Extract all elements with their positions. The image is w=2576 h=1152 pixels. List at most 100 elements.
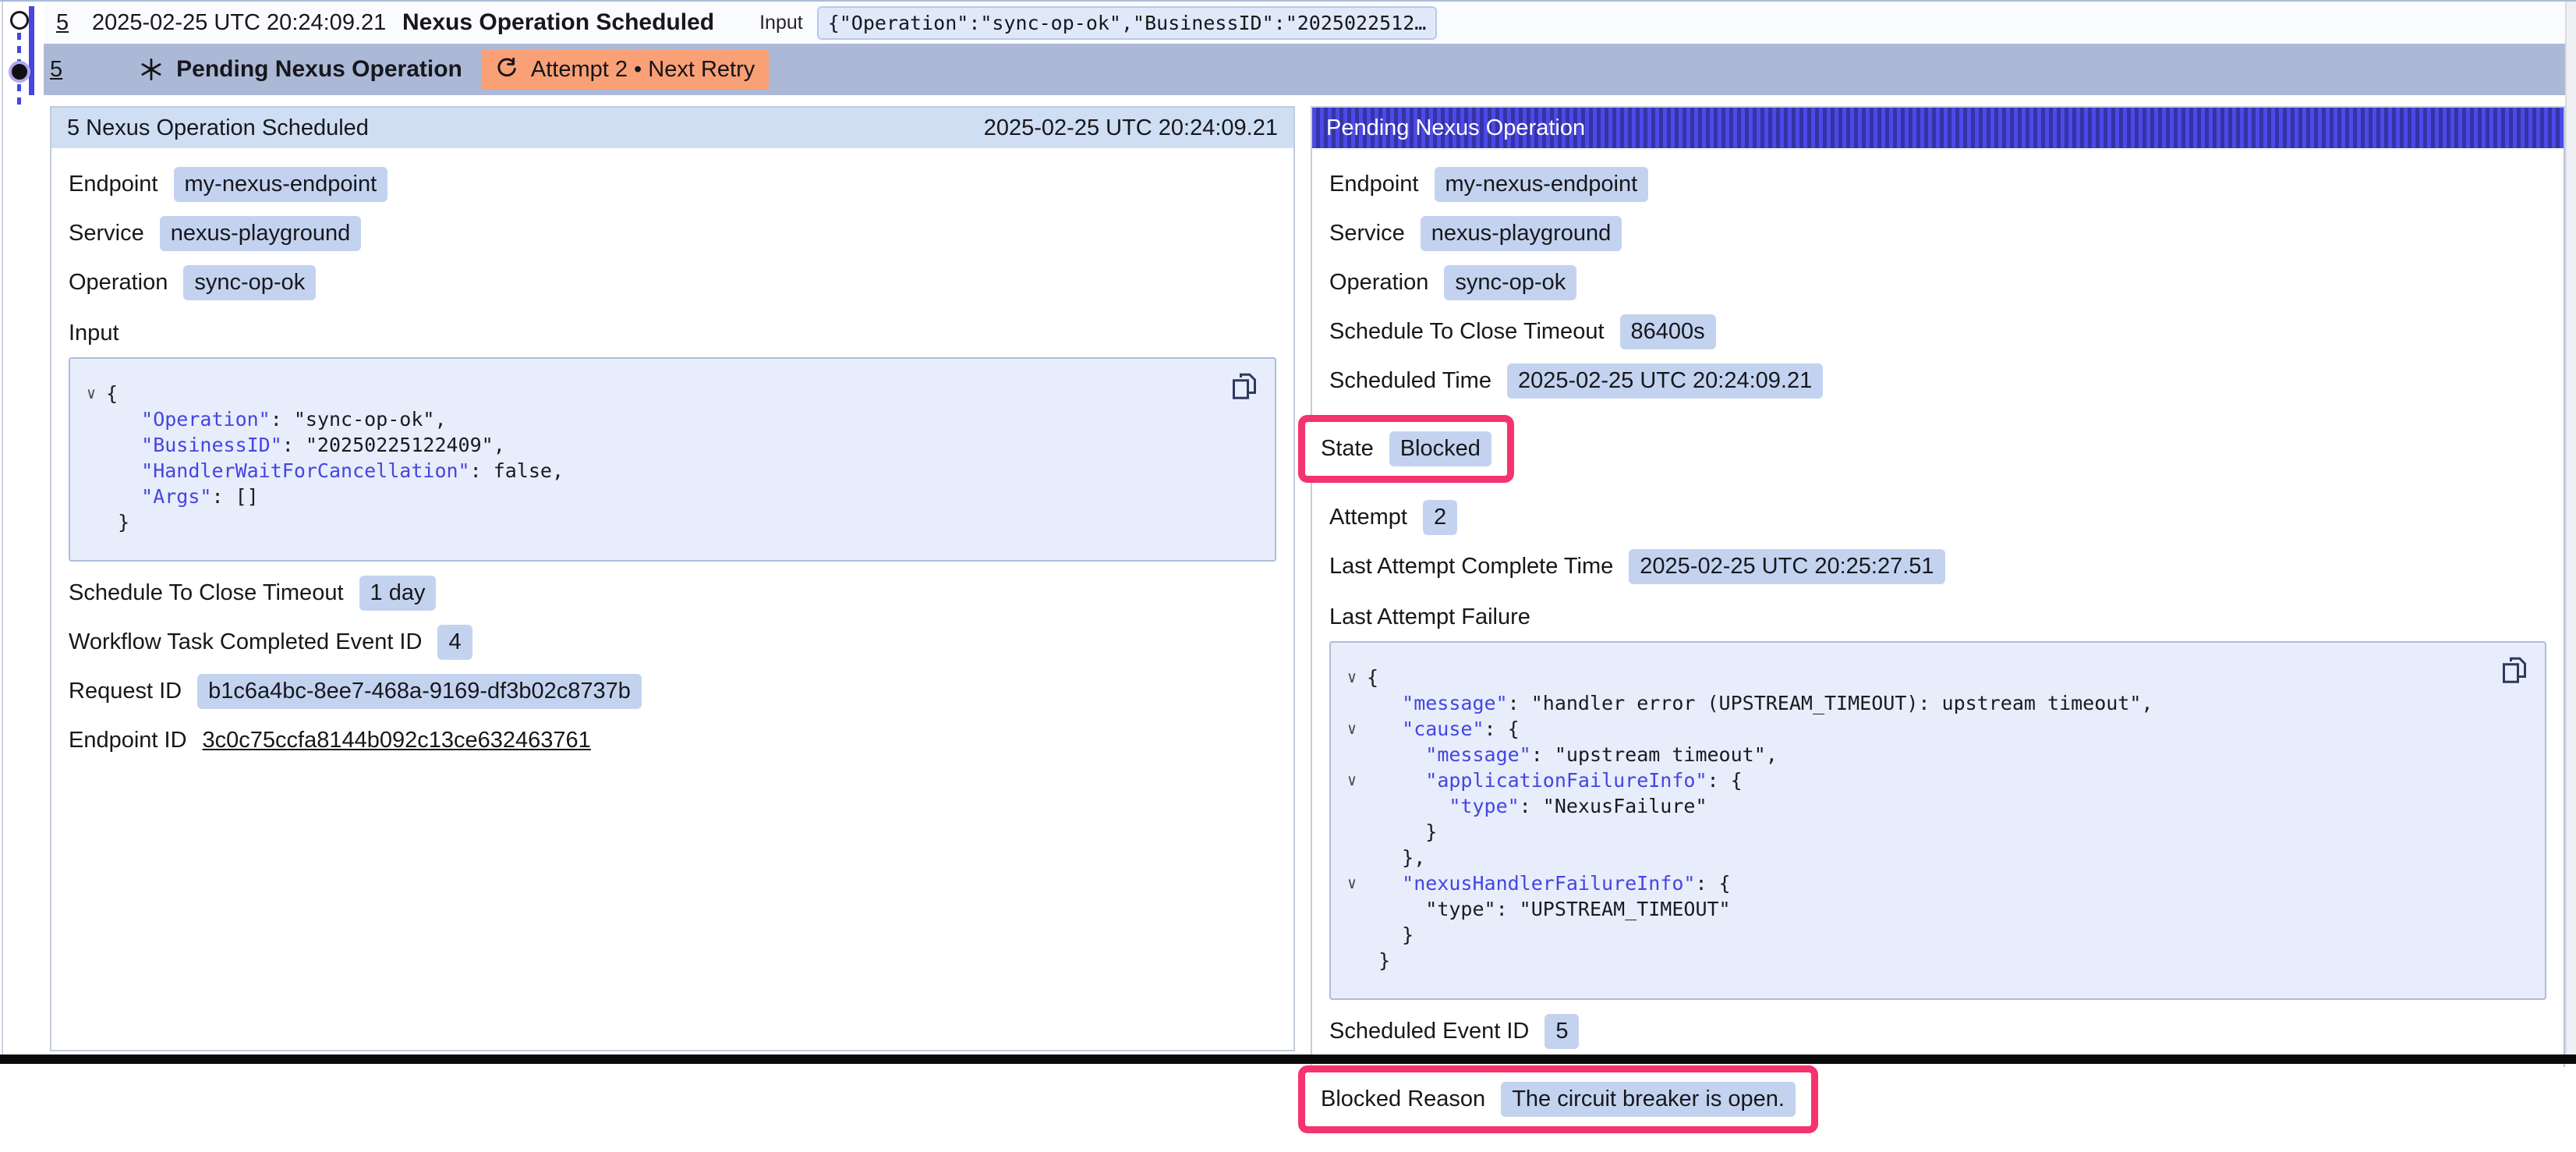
collapse-chevron-icon[interactable]: ∨ bbox=[1337, 767, 1367, 793]
event-detail-body: Endpointmy-nexus-endpointServicenexus-pl… bbox=[51, 148, 1293, 787]
scheduled-event-id-badge: 5 bbox=[1545, 1014, 1579, 1049]
state-highlight-box: State Blocked bbox=[1298, 415, 1514, 483]
event-detail-panel: 5 Nexus Operation Scheduled 2025-02-25 U… bbox=[50, 106, 1295, 1051]
input-section-label: Input bbox=[69, 321, 1276, 346]
chevron-spacer bbox=[1337, 819, 1367, 845]
field-label: Schedule To Close Timeout bbox=[69, 580, 344, 606]
json-key: "type" bbox=[1449, 793, 1519, 819]
json-value-text: }, bbox=[1402, 845, 1425, 870]
bottom-divider-bar bbox=[0, 1055, 2576, 1064]
chevron-spacer bbox=[1337, 948, 1367, 973]
json-line: ∨ "cause": { bbox=[1337, 716, 2490, 742]
failure-json-viewer: ∨{ "message": "handler error (UPSTREAM_T… bbox=[1329, 641, 2546, 1000]
json-line: "type": "NexusFailure" bbox=[1337, 793, 2490, 819]
json-value-text: : { bbox=[1695, 870, 1730, 896]
timeline-dashed-connector bbox=[17, 84, 21, 105]
field-value-badge: 2025-02-25 UTC 20:24:09.21 bbox=[1507, 363, 1823, 399]
field-value-badge: 86400s bbox=[1620, 314, 1716, 349]
field-label: Operation bbox=[69, 270, 168, 296]
field-row: Workflow Task Completed Event ID4 bbox=[69, 624, 1276, 660]
json-value-text: : "20250225122409", bbox=[282, 432, 505, 458]
json-value-text: : [] bbox=[211, 484, 258, 509]
json-value-text: } bbox=[1402, 922, 1414, 948]
json-value-text: { bbox=[1367, 665, 1378, 690]
asterisk-icon bbox=[139, 57, 164, 82]
chevron-spacer bbox=[76, 484, 106, 509]
json-line: "HandlerWaitForCancellation": false, bbox=[76, 458, 1220, 484]
field-value-badge: my-nexus-endpoint bbox=[1435, 167, 1649, 202]
blocked-reason-label: Blocked Reason bbox=[1321, 1086, 1485, 1112]
collapse-chevron-icon[interactable]: ∨ bbox=[1337, 716, 1367, 742]
retry-badge-label: Attempt 2 • Next Retry bbox=[531, 57, 755, 83]
copy-icon[interactable] bbox=[2501, 657, 2528, 685]
field-label: Last Attempt Complete Time bbox=[1329, 554, 1613, 580]
json-key: "HandlerWaitForCancellation" bbox=[141, 458, 469, 484]
event-title: Nexus Operation Scheduled bbox=[402, 9, 714, 36]
field-value-badge: 2025-02-25 UTC 20:25:27.51 bbox=[1629, 549, 1944, 584]
json-line: } bbox=[1337, 819, 2490, 845]
collapse-chevron-icon[interactable]: ∨ bbox=[1337, 665, 1367, 690]
timeline-pending-dot-icon[interactable] bbox=[9, 61, 30, 83]
json-line: ∨{ bbox=[76, 381, 1220, 406]
json-key: "message" bbox=[1425, 742, 1530, 767]
field-label: Endpoint bbox=[69, 172, 158, 197]
json-value-text: } bbox=[1425, 819, 1437, 845]
chevron-spacer bbox=[1337, 690, 1367, 716]
json-value-text: : { bbox=[1707, 767, 1743, 793]
timeline-event-circle-icon[interactable] bbox=[10, 11, 29, 30]
json-line: ∨ "nexusHandlerFailureInfo": { bbox=[1337, 870, 2490, 896]
event-timeline bbox=[0, 2, 44, 105]
chevron-spacer bbox=[1337, 793, 1367, 819]
scrollbar-track[interactable] bbox=[2565, 2, 2576, 1064]
event-input-preview-chip[interactable]: {"Operation":"sync-op-ok","BusinessID":"… bbox=[817, 6, 1438, 40]
pending-event-id-link[interactable]: 5 bbox=[50, 57, 62, 83]
field-label: Service bbox=[1329, 221, 1405, 246]
json-line: } bbox=[76, 509, 1220, 535]
field-label: Request ID bbox=[69, 679, 182, 704]
field-row: Schedule To Close Timeout 86400s bbox=[1329, 314, 2546, 349]
json-value-text: : "sync-op-ok", bbox=[271, 406, 447, 432]
chevron-spacer bbox=[1337, 922, 1367, 948]
event-timestamp: 2025-02-25 UTC 20:24:09.21 bbox=[92, 10, 402, 36]
event-detail-timestamp: 2025-02-25 UTC 20:24:09.21 bbox=[984, 115, 1278, 141]
field-value-badge: nexus-playground bbox=[160, 216, 362, 251]
pending-event-title: Pending Nexus Operation bbox=[176, 56, 462, 83]
copy-icon[interactable] bbox=[1231, 373, 1258, 401]
field-value-link[interactable]: 3c0c75ccfa8144b092c13ce632463761 bbox=[203, 728, 591, 753]
blocked-reason-value-badge: The circuit breaker is open. bbox=[1501, 1082, 1796, 1117]
event-row-pending-nexus-operation[interactable]: 5 Pending Nexus Operation Attempt 2 • Ne… bbox=[44, 44, 2565, 95]
chevron-spacer bbox=[76, 458, 106, 484]
field-row: Service nexus-playground bbox=[69, 215, 1276, 251]
pending-operation-panel: Pending Nexus Operation Endpointmy-nexus… bbox=[1311, 106, 2565, 1067]
field-row: Endpoint ID3c0c75ccfa8144b092c13ce632463… bbox=[69, 722, 1276, 758]
pending-operation-header: Pending Nexus Operation bbox=[1312, 108, 2564, 148]
scheduled-event-id-row: Scheduled Event ID 5 bbox=[1329, 1013, 2546, 1049]
field-row: Last Attempt Complete Time 2025-02-25 UTC… bbox=[1329, 548, 2546, 584]
pending-operation-title: Pending Nexus Operation bbox=[1326, 115, 1585, 141]
json-key: "nexusHandlerFailureInfo" bbox=[1402, 870, 1695, 896]
field-label: Schedule To Close Timeout bbox=[1329, 319, 1605, 345]
timeline-dashed-connector bbox=[17, 33, 21, 62]
input-json-viewer: ∨{ "Operation": "sync-op-ok", "BusinessI… bbox=[69, 357, 1276, 562]
event-row-nexus-operation-scheduled[interactable]: 5 2025-02-25 UTC 20:24:09.21 Nexus Opera… bbox=[44, 2, 2565, 44]
json-value-text: { bbox=[106, 381, 118, 406]
failure-section-label: Last Attempt Failure bbox=[1329, 604, 2546, 630]
json-value-text: : false, bbox=[470, 458, 564, 484]
json-key: "Operation" bbox=[141, 406, 271, 432]
json-line: } bbox=[1337, 922, 2490, 948]
json-value-text: : "NexusFailure" bbox=[1520, 793, 1707, 819]
collapse-chevron-icon[interactable]: ∨ bbox=[1337, 870, 1367, 896]
collapse-chevron-icon[interactable]: ∨ bbox=[76, 381, 106, 406]
json-line: ∨{ bbox=[1337, 665, 2490, 690]
json-value-text: } bbox=[1378, 948, 1390, 973]
json-line: "message": "handler error (UPSTREAM_TIME… bbox=[1337, 690, 2490, 716]
chevron-spacer bbox=[76, 406, 106, 432]
json-key: "cause" bbox=[1402, 716, 1484, 742]
pending-operation-body: Endpointmy-nexus-endpointServicenexus-pl… bbox=[1312, 148, 2564, 1152]
field-label: Service bbox=[69, 221, 144, 246]
event-id-link[interactable]: 5 bbox=[56, 10, 92, 36]
event-input-label: Input bbox=[759, 12, 803, 34]
field-value-badge: nexus-playground bbox=[1421, 216, 1622, 251]
json-value-text: : "handler error (UPSTREAM_TIMEOUT): ups… bbox=[1508, 690, 2153, 716]
chevron-spacer bbox=[76, 509, 106, 535]
